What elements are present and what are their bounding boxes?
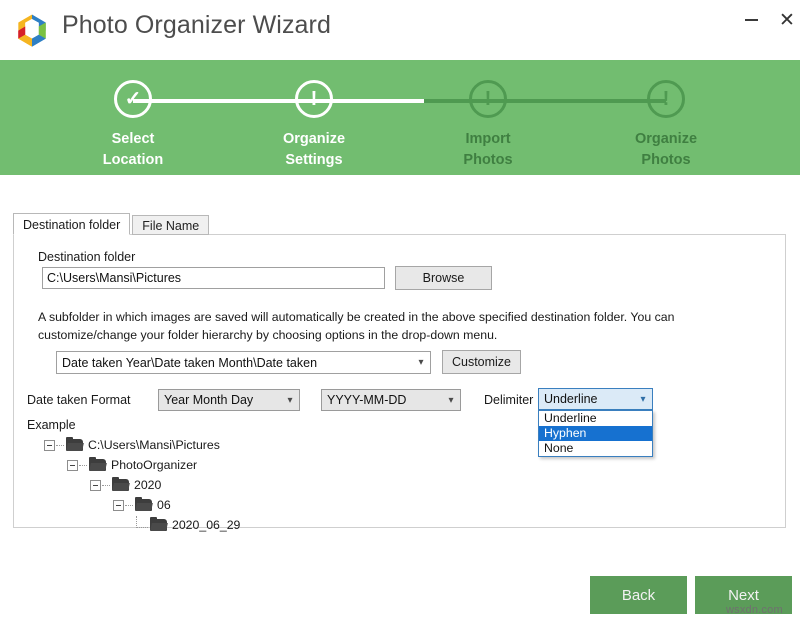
folder-icon bbox=[150, 516, 168, 532]
folder-hierarchy-value: Date taken Year\Date taken Month\Date ta… bbox=[62, 355, 318, 370]
tree-connector bbox=[102, 484, 110, 486]
stepper-step-organize-settings[interactable]: ! Organize Settings bbox=[244, 80, 384, 171]
exclamation-icon: ! bbox=[662, 88, 670, 110]
tab-destination-folder[interactable]: Destination folder bbox=[13, 213, 131, 235]
title-bar: Photo Organizer Wizard ✕ bbox=[0, 0, 800, 60]
step-label: Import Photos bbox=[418, 129, 558, 171]
chevron-down-icon: ▾ bbox=[640, 393, 646, 405]
page-title: Photo Organizer Wizard bbox=[62, 11, 331, 39]
step-label: Organize Photos bbox=[596, 129, 736, 171]
chevron-down-icon: ▾ bbox=[418, 357, 424, 368]
tree-item[interactable]: 2020 bbox=[90, 475, 240, 495]
collapse-expander-icon[interactable] bbox=[90, 479, 101, 491]
exclamation-icon: ! bbox=[484, 88, 492, 110]
tree-item-label: PhotoOrganizer bbox=[111, 458, 198, 472]
minimize-button[interactable] bbox=[736, 6, 766, 34]
date-taken-format-label: Date taken Format bbox=[27, 393, 131, 407]
check-icon: ✓ bbox=[124, 88, 142, 110]
step-label: Select Location bbox=[63, 129, 203, 171]
close-button[interactable]: ✕ bbox=[772, 6, 800, 34]
delimiter-option-underline[interactable]: Underline bbox=[539, 411, 652, 426]
collapse-expander-icon[interactable] bbox=[67, 459, 78, 471]
app-logo-icon bbox=[18, 14, 46, 47]
delimiter-dropdown-list[interactable]: Underline Hyphen None bbox=[538, 410, 653, 457]
tree-item-label: 06 bbox=[157, 498, 171, 512]
date-format-select[interactable]: Year Month Day ▾ bbox=[158, 389, 300, 411]
step-circle: ✓ bbox=[114, 80, 152, 118]
chevron-down-icon: ▾ bbox=[287, 394, 293, 406]
step-circle: ! bbox=[469, 80, 507, 118]
chevron-down-icon: ▾ bbox=[448, 394, 454, 406]
step-label-line1: Organize bbox=[282, 131, 346, 147]
tab-file-name[interactable]: File Name bbox=[132, 215, 210, 235]
folder-hierarchy-select[interactable]: Date taken Year\Date taken Month\Date ta… bbox=[56, 351, 431, 374]
stepper-step-organize-photos[interactable]: ! Organize Photos bbox=[596, 80, 736, 171]
wizard-stepper: ✓ Select Location ! Organize Settings ! … bbox=[0, 60, 800, 175]
destination-folder-panel: Destination folder Browse A subfolder in… bbox=[13, 234, 786, 532]
folder-icon bbox=[135, 496, 153, 512]
step-circle: ! bbox=[295, 80, 333, 118]
date-pattern-select[interactable]: YYYY-MM-DD ▾ bbox=[321, 389, 461, 411]
collapse-expander-icon[interactable] bbox=[44, 439, 55, 451]
minimize-icon bbox=[744, 19, 758, 21]
delimiter-option-none[interactable]: None bbox=[539, 441, 652, 456]
delimiter-label: Delimiter bbox=[484, 393, 534, 407]
date-pattern-value: YYYY-MM-DD bbox=[327, 393, 407, 407]
destination-folder-label: Destination folder bbox=[38, 250, 136, 264]
step-label: Organize Settings bbox=[244, 129, 384, 171]
step-circle: ! bbox=[647, 80, 685, 118]
tab-label: File Name bbox=[142, 219, 200, 233]
step-label-line2: Location bbox=[102, 152, 164, 168]
step-label-line1: Select bbox=[111, 131, 155, 147]
folder-icon bbox=[89, 456, 107, 472]
watermark-text: wsxdn.com bbox=[726, 604, 783, 616]
tree-connector bbox=[125, 504, 133, 506]
customize-button[interactable]: Customize bbox=[442, 350, 521, 374]
delimiter-option-hyphen[interactable]: Hyphen bbox=[539, 426, 652, 441]
tree-item-label: 2020_06_29 bbox=[172, 518, 241, 532]
step-label-line2: Settings bbox=[285, 152, 343, 168]
step-label-line2: Photos bbox=[463, 152, 513, 168]
tree-connector bbox=[136, 516, 148, 528]
tree-item[interactable]: C:\Users\Mansi\Pictures bbox=[44, 435, 240, 455]
date-format-value: Year Month Day bbox=[164, 393, 254, 407]
tree-connector bbox=[79, 464, 87, 466]
browse-button[interactable]: Browse bbox=[395, 266, 492, 290]
tree-item-label: C:\Users\Mansi\Pictures bbox=[88, 438, 220, 452]
tree-connector bbox=[56, 444, 64, 446]
delimiter-value: Underline bbox=[544, 392, 598, 406]
collapse-expander-icon[interactable] bbox=[113, 499, 124, 511]
tree-item[interactable]: 2020_06_29 bbox=[136, 515, 240, 535]
folder-icon bbox=[66, 436, 84, 452]
delimiter-select[interactable]: Underline ▾ bbox=[538, 388, 653, 410]
tree-item[interactable]: PhotoOrganizer bbox=[67, 455, 240, 475]
stepper-step-select-location[interactable]: ✓ Select Location bbox=[63, 80, 203, 171]
stepper-step-import-photos[interactable]: ! Import Photos bbox=[418, 80, 558, 171]
tree-item[interactable]: 06 bbox=[113, 495, 240, 515]
description-text: A subfolder in which images are saved wi… bbox=[38, 310, 675, 342]
photo-organizer-wizard-window: Photo Organizer Wizard ✕ ✓ Select Locati… bbox=[0, 0, 800, 619]
folder-icon bbox=[112, 476, 130, 492]
exclamation-icon: ! bbox=[310, 88, 318, 110]
tree-item-label: 2020 bbox=[134, 478, 162, 492]
back-button[interactable]: Back bbox=[590, 576, 687, 614]
step-label-line1: Organize bbox=[634, 131, 698, 147]
tab-bar: Destination folder File Name bbox=[13, 213, 210, 235]
step-label-line1: Import bbox=[465, 131, 511, 147]
example-label: Example bbox=[27, 418, 76, 432]
example-folder-tree: C:\Users\Mansi\Pictures PhotoOrganizer 2… bbox=[44, 435, 240, 535]
close-icon: ✕ bbox=[779, 9, 795, 31]
step-label-line2: Photos bbox=[641, 152, 691, 168]
tab-label: Destination folder bbox=[23, 218, 121, 232]
destination-folder-input[interactable] bbox=[42, 267, 385, 289]
